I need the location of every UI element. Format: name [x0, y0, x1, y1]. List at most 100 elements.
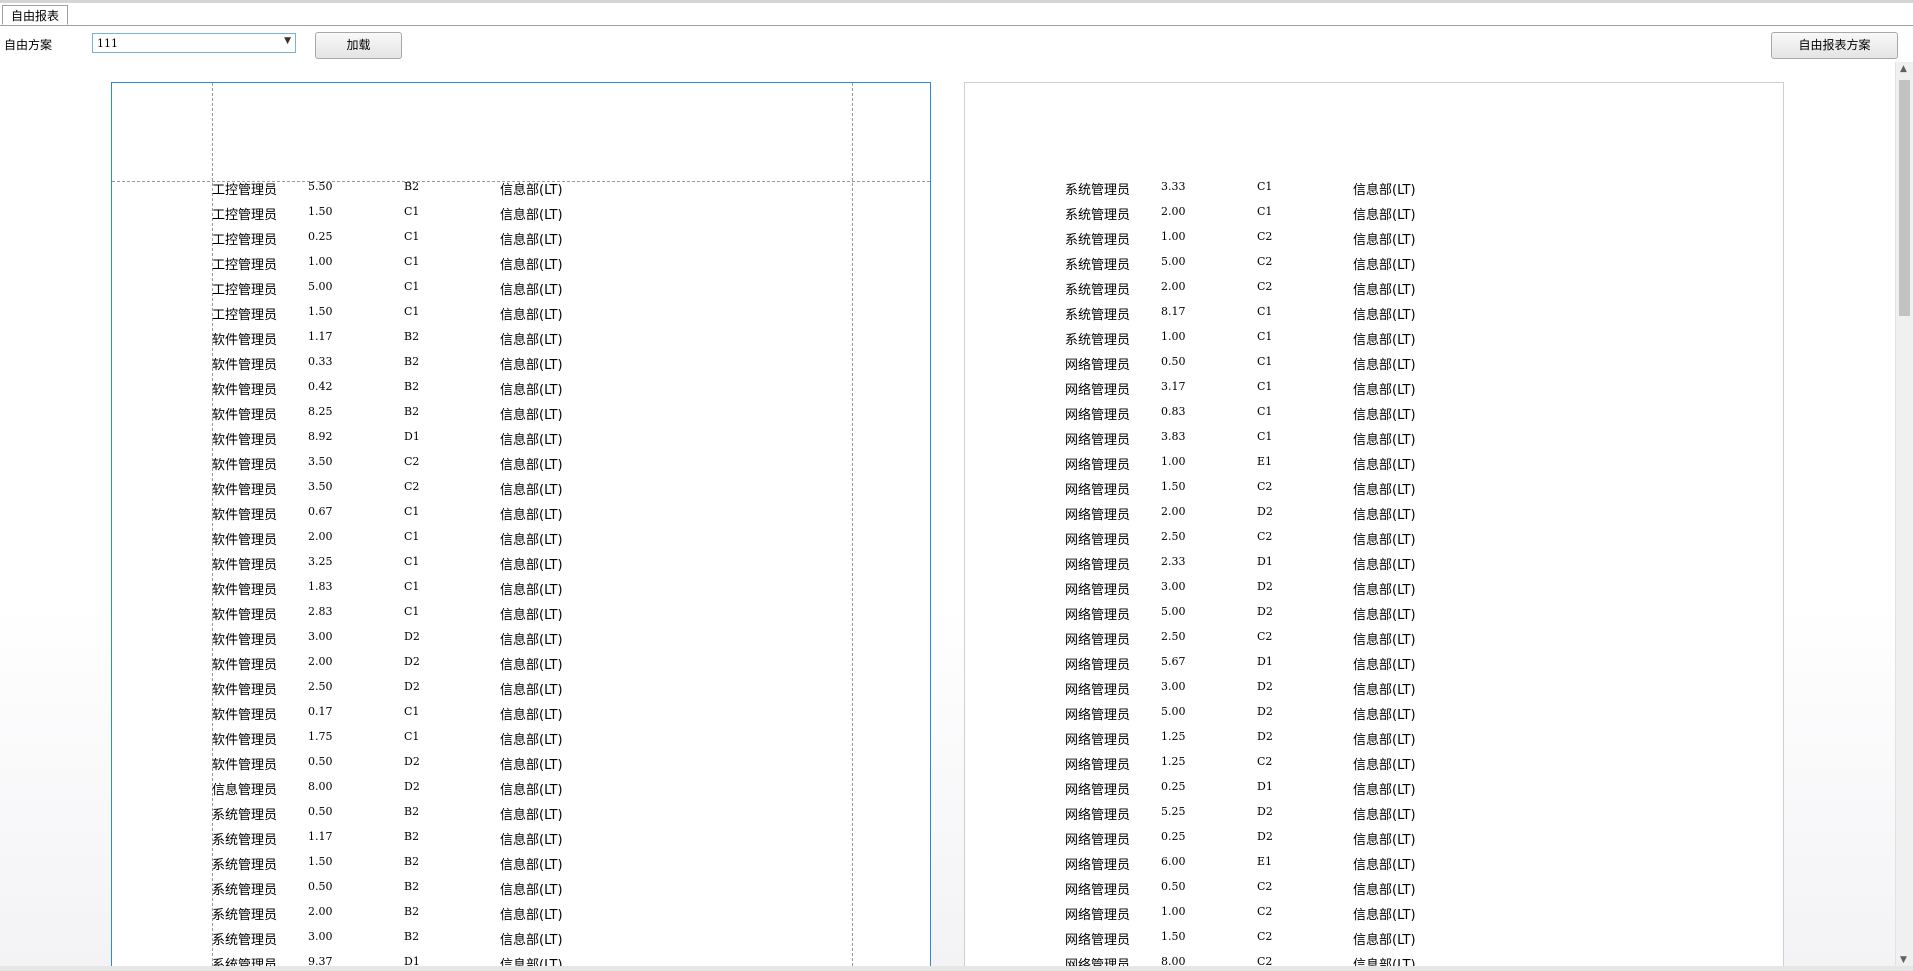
role-cell: 软件管理员: [212, 708, 278, 723]
department-cell: 信息部(LT): [1353, 283, 1416, 298]
grade-cell: B2: [404, 930, 420, 943]
department-cell: 信息部(LT): [500, 458, 563, 473]
scrollbar-thumb[interactable]: [1899, 80, 1910, 316]
table-row: 系统管理员 3.33 C1 信息部(LT): [965, 179, 1665, 204]
role-cell: 网络管理员: [1065, 908, 1131, 923]
scroll-up-icon[interactable]: ▲: [1900, 64, 1907, 74]
department-cell: 信息部(LT): [500, 358, 563, 373]
hours-cell: 3.33: [1161, 180, 1186, 193]
grade-cell: C1: [404, 230, 420, 243]
role-cell: 网络管理员: [1065, 483, 1131, 498]
role-cell: 网络管理员: [1065, 833, 1131, 848]
grade-cell: D2: [404, 780, 420, 793]
department-cell: 信息部(LT): [1353, 533, 1416, 548]
hours-cell: 1.50: [308, 205, 333, 218]
grade-cell: C1: [1257, 380, 1273, 393]
table-row: 软件管理员 3.50 C2 信息部(LT): [112, 479, 812, 504]
department-cell: 信息部(LT): [500, 758, 563, 773]
hours-cell: 1.00: [1161, 230, 1186, 243]
grade-cell: D1: [1257, 780, 1273, 793]
hours-cell: 2.83: [308, 605, 333, 618]
department-cell: 信息部(LT): [500, 733, 563, 748]
department-cell: 信息部(LT): [1353, 708, 1416, 723]
department-cell: 信息部(LT): [500, 533, 563, 548]
report-scheme-button[interactable]: 自由报表方案: [1771, 32, 1898, 59]
role-cell: 软件管理员: [212, 358, 278, 373]
grade-cell: B2: [404, 355, 420, 368]
department-cell: 信息部(LT): [500, 808, 563, 823]
scheme-select[interactable]: 111 ▼: [92, 33, 296, 53]
hours-cell: 3.50: [308, 480, 333, 493]
role-cell: 网络管理员: [1065, 383, 1131, 398]
role-cell: 软件管理员: [212, 483, 278, 498]
grade-cell: C1: [404, 530, 420, 543]
department-cell: 信息部(LT): [1353, 758, 1416, 773]
chevron-down-icon[interactable]: ▼: [284, 36, 291, 46]
report-page-2[interactable]: 系统管理员 3.33 C1 信息部(LT) 系统管理员 2.00 C1 信息部(LT) 系统管理…: [964, 82, 1784, 967]
role-cell: 网络管理员: [1065, 533, 1131, 548]
table-row: 网络管理员 2.50 C2 信息部(LT): [965, 629, 1665, 654]
grade-cell: D1: [1257, 655, 1273, 668]
hours-cell: 8.92: [308, 430, 333, 443]
department-cell: 信息部(LT): [500, 783, 563, 798]
grade-cell: C1: [1257, 355, 1273, 368]
hours-cell: 0.83: [1161, 405, 1186, 418]
department-cell: 信息部(LT): [500, 208, 563, 223]
table-row: 系统管理员 0.50 B2 信息部(LT): [112, 804, 812, 829]
role-cell: 工控管理员: [212, 208, 278, 223]
grade-cell: C1: [1257, 180, 1273, 193]
load-button[interactable]: 加载: [315, 32, 402, 59]
grade-cell: E1: [1257, 855, 1273, 868]
scroll-down-icon[interactable]: ▼: [1900, 955, 1907, 965]
hours-cell: 3.00: [308, 930, 333, 943]
grade-cell: C2: [1257, 630, 1273, 643]
role-cell: 系统管理员: [1065, 333, 1131, 348]
hours-cell: 0.33: [308, 355, 333, 368]
role-cell: 系统管理员: [212, 858, 278, 873]
role-cell: 软件管理员: [212, 383, 278, 398]
grade-cell: C1: [404, 730, 420, 743]
grade-cell: C1: [404, 705, 420, 718]
table-row: 网络管理员 3.17 C1 信息部(LT): [965, 379, 1665, 404]
table-row: 工控管理员 1.50 C1 信息部(LT): [112, 204, 812, 229]
table-row: 网络管理员 0.25 D2 信息部(LT): [965, 829, 1665, 854]
hours-cell: 2.50: [308, 680, 333, 693]
table-row: 软件管理员 2.00 D2 信息部(LT): [112, 654, 812, 679]
table-row: 软件管理员 0.50 D2 信息部(LT): [112, 754, 812, 779]
table-row: 软件管理员 2.00 C1 信息部(LT): [112, 529, 812, 554]
hours-cell: 5.00: [1161, 605, 1186, 618]
role-cell: 软件管理员: [212, 633, 278, 648]
role-cell: 系统管理员: [1065, 233, 1131, 248]
role-cell: 网络管理员: [1065, 808, 1131, 823]
report-page-1[interactable]: 工控管理员 5.50 B2 信息部(LT) 工控管理员 1.50 C1 信息部(LT) 工控管理…: [111, 82, 931, 967]
department-cell: 信息部(LT): [500, 883, 563, 898]
vertical-scrollbar[interactable]: ▲ ▼: [1895, 62, 1913, 967]
department-cell: 信息部(LT): [1353, 183, 1416, 198]
department-cell: 信息部(LT): [500, 308, 563, 323]
table-row: 工控管理员 1.00 C1 信息部(LT): [112, 254, 812, 279]
table-row: 软件管理员 0.33 B2 信息部(LT): [112, 354, 812, 379]
role-cell: 网络管理员: [1065, 758, 1131, 773]
table-row: 软件管理员 1.17 B2 信息部(LT): [112, 329, 812, 354]
table-row: 工控管理员 5.50 B2 信息部(LT): [112, 179, 812, 204]
grade-cell: C1: [1257, 330, 1273, 343]
hours-cell: 2.50: [1161, 630, 1186, 643]
table-row: 软件管理员 0.67 C1 信息部(LT): [112, 504, 812, 529]
table-row: 系统管理员 1.17 B2 信息部(LT): [112, 829, 812, 854]
role-cell: 软件管理员: [212, 658, 278, 673]
hours-cell: 1.00: [1161, 330, 1186, 343]
grade-cell: D2: [404, 680, 420, 693]
table-row: 网络管理员 5.00 D2 信息部(LT): [965, 704, 1665, 729]
hours-cell: 2.00: [308, 905, 333, 918]
grade-cell: C1: [1257, 430, 1273, 443]
hours-cell: 1.00: [1161, 455, 1186, 468]
department-cell: 信息部(LT): [500, 283, 563, 298]
tab-free-report[interactable]: 自由报表: [2, 5, 69, 25]
report-preview-area: 工控管理员 5.50 B2 信息部(LT) 工控管理员 1.50 C1 信息部(LT) 工控管理…: [0, 62, 1895, 967]
margin-guide-right: [852, 83, 853, 967]
department-cell: 信息部(LT): [500, 183, 563, 198]
role-cell: 网络管理员: [1065, 583, 1131, 598]
hours-cell: 0.50: [1161, 880, 1186, 893]
role-cell: 网络管理员: [1065, 433, 1131, 448]
grade-cell: C1: [404, 305, 420, 318]
